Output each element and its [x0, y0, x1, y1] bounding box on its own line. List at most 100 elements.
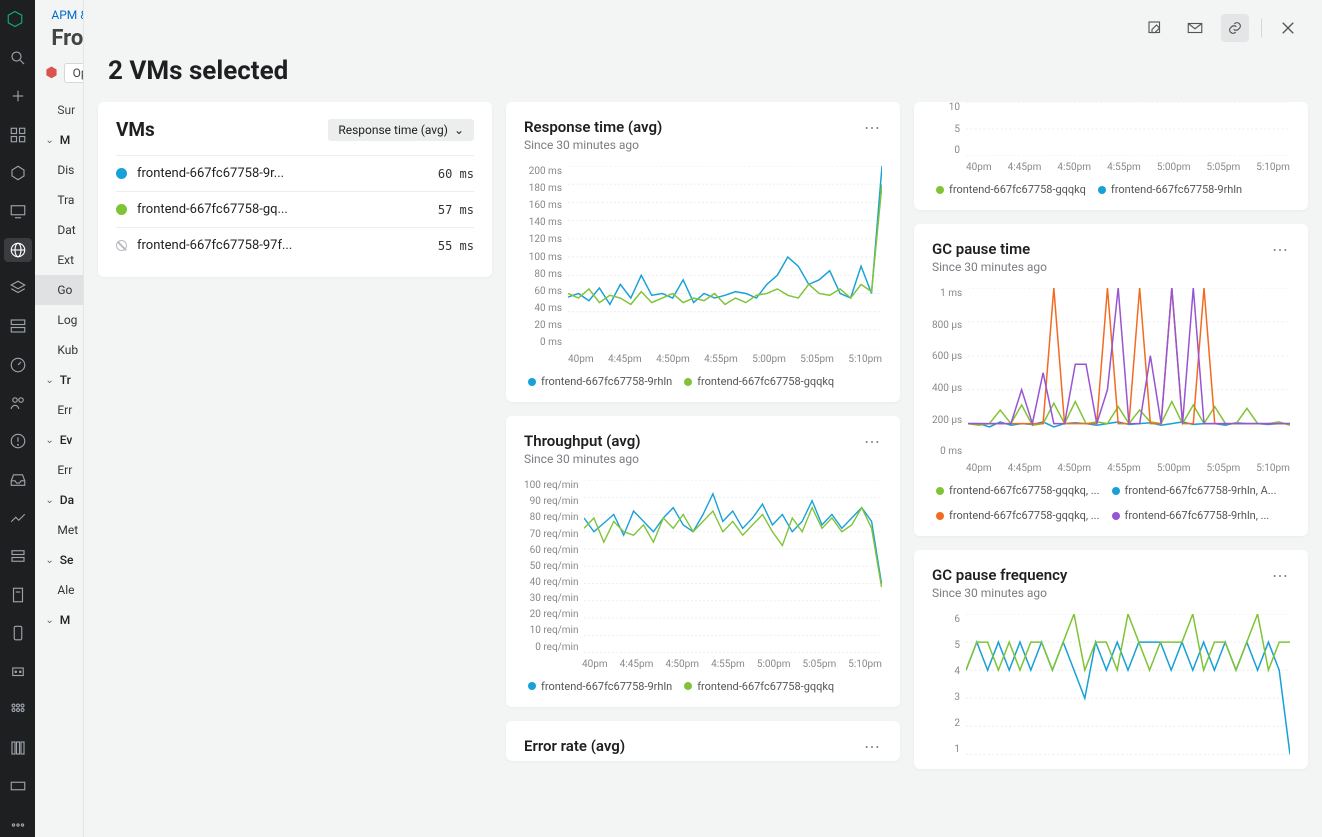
status-dot-icon — [116, 204, 127, 215]
monitor-icon[interactable] — [4, 199, 32, 223]
add-icon[interactable] — [4, 84, 32, 108]
mail-icon[interactable] — [1181, 14, 1209, 42]
chart-plot — [966, 102, 1290, 156]
vm-row[interactable]: frontend-667fc67758-9r...60 ms — [116, 155, 474, 191]
chart-since: Since 30 minutes ago — [932, 586, 1067, 600]
inbox-icon[interactable] — [4, 468, 32, 492]
chart-menu-icon[interactable]: ⋯ — [864, 432, 882, 451]
chart-title: GC pause time — [932, 240, 1047, 258]
x-axis: 40pm4:45pm4:50pm4:55pm5:00pm5:05pm5:10pm — [524, 354, 882, 365]
subnav-item[interactable]: Err — [35, 455, 83, 485]
subnav-item[interactable]: Ale — [35, 575, 83, 605]
vm-row[interactable]: frontend-667fc67758-97f...55 ms — [116, 227, 474, 263]
subnav-section-e[interactable]: ⌄Ev — [35, 425, 83, 455]
device-icon[interactable] — [4, 621, 32, 645]
details-panel: 2 VMs selected VMs Response time (avg)⌄ … — [84, 0, 1322, 837]
error-rate-card: Error rate (avg) ⋯ — [506, 721, 900, 761]
breadcrumb[interactable]: APM & s — [35, 8, 83, 22]
subnav-section-t[interactable]: ⌄Tr — [35, 365, 83, 395]
response-time-card: Response time (avg)Since 30 minutes ago … — [506, 102, 900, 402]
chart-legend: frontend-667fc67758-gqqkqfrontend-667fc6… — [932, 183, 1290, 196]
vm-row[interactable]: frontend-667fc67758-gq...57 ms — [116, 191, 474, 227]
chevron-down-icon: ⌄ — [45, 135, 53, 146]
bot-icon[interactable] — [4, 659, 32, 683]
chart-title: Response time (avg) — [524, 118, 662, 136]
subnav-item[interactable]: Tra — [35, 185, 83, 215]
throughput-card: Throughput (avg)Since 30 minutes ago ⋯ 1… — [506, 416, 900, 707]
y-axis: 200 ms180 ms160 ms140 ms120 ms100 ms80 m… — [524, 166, 568, 348]
chart-icon[interactable] — [4, 506, 32, 530]
library-icon[interactable] — [4, 736, 32, 760]
logo-icon[interactable] — [6, 10, 30, 32]
subnav-item[interactable]: Met — [35, 515, 83, 545]
gauge-icon[interactable] — [4, 353, 32, 377]
more-icon[interactable] — [4, 813, 32, 837]
chart-since: Since 30 minutes ago — [524, 138, 662, 152]
subnav-section-d[interactable]: ⌄Da — [35, 485, 83, 515]
subnav-item[interactable]: Log — [35, 305, 83, 335]
subnav-item[interactable]: Ext — [35, 245, 83, 275]
page-title: Front — [35, 22, 83, 63]
subnav-item[interactable]: Dat — [35, 215, 83, 245]
partial-chart-card: 1050 40pm4:45pm4:50pm4:55pm5:00pm5:05pm5… — [914, 102, 1308, 210]
chart-title: Error rate (avg) — [524, 737, 625, 755]
chart-legend: frontend-667fc67758-9rhlnfrontend-667fc6… — [524, 680, 882, 693]
y-axis: 1050 — [932, 102, 966, 156]
alert-icon[interactable] — [4, 429, 32, 453]
layers-icon[interactable] — [4, 276, 32, 300]
y-axis: 1 ms800 µs600 µs400 µs200 µs0 ms — [932, 288, 968, 457]
subnav-section-s[interactable]: ⌄Se — [35, 545, 83, 575]
y-axis: 654321 — [932, 614, 966, 754]
chart-menu-icon[interactable]: ⋯ — [864, 737, 882, 756]
gc-pause-freq-card: GC pause frequencySince 30 minutes ago ⋯… — [914, 550, 1308, 768]
chart-title: Throughput (avg) — [524, 432, 641, 450]
link-icon[interactable] — [1221, 14, 1249, 42]
gc-pause-time-card: GC pause timeSince 30 minutes ago ⋯ 1 ms… — [914, 224, 1308, 536]
vm-value: 60 ms — [438, 167, 474, 181]
chart-menu-icon[interactable]: ⋯ — [864, 118, 882, 137]
chevron-down-icon: ⌄ — [454, 123, 464, 137]
chart-legend: frontend-667fc67758-gqqkq, ...frontend-6… — [932, 484, 1290, 522]
chart-menu-icon[interactable]: ⋯ — [1272, 566, 1290, 585]
database-icon[interactable] — [4, 544, 32, 568]
globe-icon[interactable] — [4, 238, 32, 262]
vm-name: frontend-667fc67758-9r... — [137, 166, 438, 181]
chart-legend: frontend-667fc67758-9rhlnfrontend-667fc6… — [524, 375, 882, 388]
subnav-item-go[interactable]: Go — [35, 275, 83, 305]
chevron-down-icon: ⌄ — [45, 435, 53, 446]
status-hex-icon: ⬢ — [45, 65, 57, 81]
op-pill[interactable]: Op — [64, 63, 84, 83]
disabled-icon — [116, 240, 127, 251]
divider — [1261, 19, 1262, 37]
subnav-item[interactable]: Kub — [35, 335, 83, 365]
chart-menu-icon[interactable]: ⋯ — [1272, 240, 1290, 259]
vms-title: VMs — [116, 118, 155, 141]
subnav-item[interactable]: Sur — [35, 95, 83, 125]
apps-icon[interactable] — [4, 698, 32, 722]
subnav-item[interactable]: Err — [35, 395, 83, 425]
chart-plot — [968, 288, 1290, 457]
dashboard-icon[interactable] — [4, 123, 32, 147]
subnav-item[interactable]: Dis — [35, 155, 83, 185]
vm-name: frontend-667fc67758-97f... — [137, 238, 438, 253]
x-axis: 40pm4:45pm4:50pm4:55pm5:00pm5:05pm5:10pm — [932, 463, 1290, 474]
cube-icon[interactable] — [4, 161, 32, 185]
keyboard-icon[interactable] — [4, 774, 32, 798]
close-icon[interactable] — [1274, 14, 1302, 42]
document-icon[interactable] — [4, 583, 32, 607]
sub-nav: APM & s Front ⬢ Op Sur ⌄M Dis Tra Dat Ex… — [35, 0, 84, 837]
chevron-down-icon: ⌄ — [45, 495, 53, 506]
nav-rail — [0, 0, 35, 837]
subnav-section-m2[interactable]: ⌄M — [35, 605, 83, 635]
chart-plot — [584, 480, 882, 653]
panel-heading: 2 VMs selected — [84, 56, 1322, 102]
x-axis: 40pm4:45pm4:50pm4:55pm5:00pm5:05pm5:10pm — [932, 162, 1290, 173]
server-icon[interactable] — [4, 314, 32, 338]
sort-dropdown[interactable]: Response time (avg)⌄ — [328, 119, 474, 141]
subnav-section-m[interactable]: ⌄M — [35, 125, 83, 155]
search-icon[interactable] — [4, 46, 32, 70]
x-axis: 40pm4:45pm4:50pm4:55pm5:00pm5:05pm5:10pm — [524, 659, 882, 670]
vms-card: VMs Response time (avg)⌄ frontend-667fc6… — [98, 102, 492, 277]
edit-icon[interactable] — [1141, 14, 1169, 42]
people-icon[interactable] — [4, 391, 32, 415]
